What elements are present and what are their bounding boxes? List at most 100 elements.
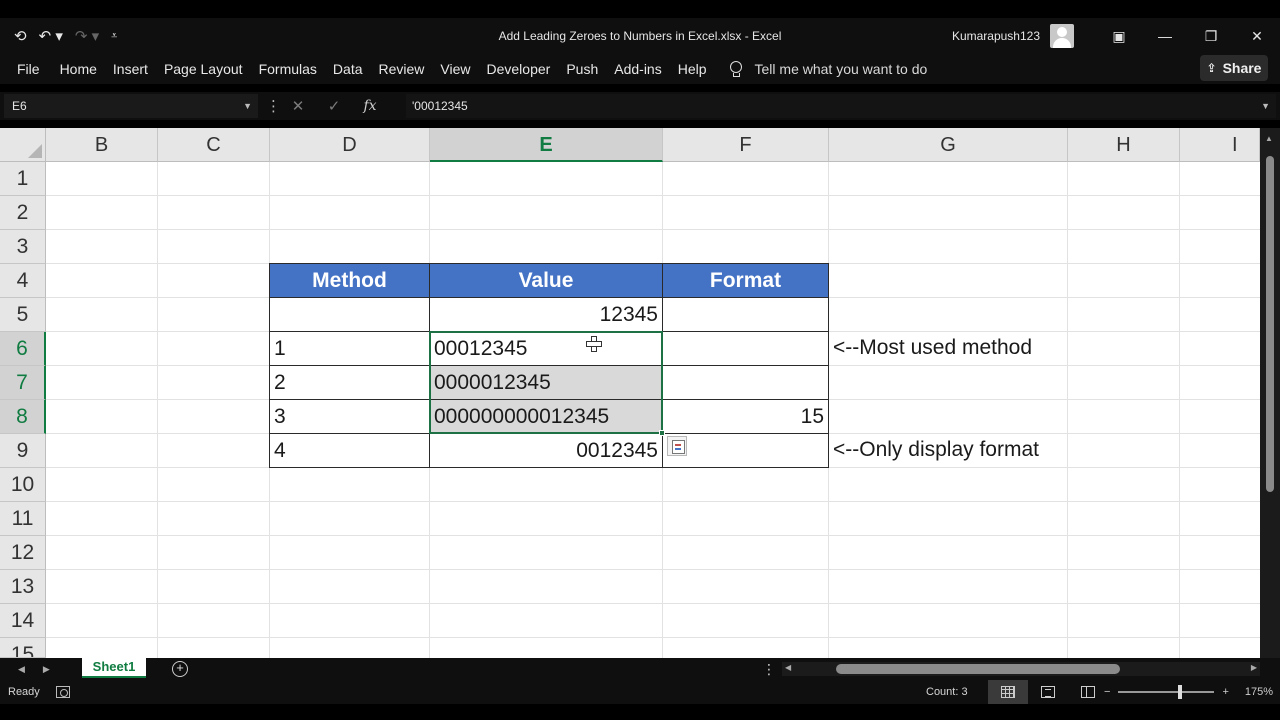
worksheet-grid[interactable]: B C D E F G H I 1 2 3 4 5 6 7 8 9 10 11 … <box>0 128 1280 658</box>
menu-add-ins[interactable]: Add-ins <box>606 61 669 77</box>
row-header-1[interactable]: 1 <box>0 162 46 196</box>
column-header-h[interactable]: H <box>1068 128 1180 162</box>
column-header-b[interactable]: B <box>46 128 158 162</box>
quick-analysis-icon[interactable] <box>667 436 687 456</box>
cell-f6[interactable] <box>662 331 829 366</box>
column-header-i[interactable]: I <box>1180 128 1260 162</box>
cell-d7[interactable]: 2 <box>269 365 430 400</box>
row-header-14[interactable]: 14 <box>0 604 46 638</box>
status-count[interactable]: Count: 3 <box>926 680 968 704</box>
normal-view-button[interactable] <box>988 680 1028 704</box>
tell-me-search[interactable]: Tell me what you want to do <box>729 60 927 78</box>
zoom-level[interactable]: 175% <box>1245 686 1273 698</box>
column-header-d[interactable]: D <box>270 128 430 162</box>
more-options-icon[interactable]: ⋮ <box>266 97 281 115</box>
insert-function-icon[interactable]: fx <box>352 98 388 114</box>
cancel-entry-icon[interactable]: ✕ <box>280 97 316 115</box>
undo-icon[interactable]: ↶ ▾ <box>39 27 63 45</box>
row-header-8[interactable]: 8 <box>0 400 46 434</box>
column-header-c[interactable]: C <box>158 128 270 162</box>
customize-toolbar-icon[interactable]: ⩡ <box>111 30 117 43</box>
cell-e4[interactable]: Value <box>429 263 663 298</box>
select-all-button[interactable] <box>0 128 46 162</box>
autosave-icon[interactable]: ⟲ <box>14 27 27 45</box>
menu-data[interactable]: Data <box>325 61 371 77</box>
cell-f5[interactable] <box>662 297 829 332</box>
confirm-entry-icon[interactable]: ✓ <box>316 97 352 115</box>
row-header-4[interactable]: 4 <box>0 264 46 298</box>
scroll-sheets-left-icon[interactable]: ◀ <box>18 664 25 675</box>
row-header-2[interactable]: 2 <box>0 196 46 230</box>
column-header-e[interactable]: E <box>430 128 663 162</box>
scroll-sheets-right-icon[interactable]: ▶ <box>43 664 50 675</box>
sheet-tab-sheet1[interactable]: Sheet1 <box>82 658 146 678</box>
vertical-scrollbar[interactable]: ▲ <box>1260 128 1280 658</box>
menu-developer[interactable]: Developer <box>479 61 559 77</box>
zoom-out-icon[interactable]: − <box>1104 686 1110 698</box>
share-button[interactable]: ⇪ Share <box>1200 55 1268 81</box>
chevron-down-icon[interactable]: ▼ <box>243 94 252 118</box>
menu-page-layout[interactable]: Page Layout <box>156 61 251 77</box>
cell-e6[interactable]: 00012345 <box>429 331 663 366</box>
user-name[interactable]: Kumarapush123 <box>952 29 1040 43</box>
row-header-6[interactable]: 6 <box>0 332 46 366</box>
page-layout-view-button[interactable] <box>1028 680 1068 704</box>
cell-e7[interactable]: 0000012345 <box>429 365 663 400</box>
minimize-button[interactable]: — <box>1142 18 1188 54</box>
menu-file[interactable]: File <box>0 61 52 77</box>
cell-f9[interactable] <box>662 433 829 468</box>
add-sheet-icon[interactable]: + <box>172 661 188 677</box>
scroll-thumb[interactable] <box>1266 156 1274 492</box>
cell-e5[interactable]: 12345 <box>429 297 663 332</box>
cell-d9[interactable]: 4 <box>269 433 430 468</box>
macro-record-icon[interactable] <box>56 686 70 698</box>
cell-d6[interactable]: 1 <box>269 331 430 366</box>
menu-home[interactable]: Home <box>52 61 105 77</box>
cell-d4[interactable]: Method <box>269 263 430 298</box>
menu-insert[interactable]: Insert <box>105 61 156 77</box>
menu-view[interactable]: View <box>432 61 478 77</box>
row-header-5[interactable]: 5 <box>0 298 46 332</box>
menu-push[interactable]: Push <box>558 61 606 77</box>
row-header-7[interactable]: 7 <box>0 366 46 400</box>
row-header-13[interactable]: 13 <box>0 570 46 604</box>
cell-f4[interactable]: Format <box>662 263 829 298</box>
cell-d5[interactable] <box>269 297 430 332</box>
row-header-15[interactable]: 15 <box>0 638 46 658</box>
page-break-view-button[interactable] <box>1068 680 1108 704</box>
scroll-left-icon[interactable]: ◀ <box>785 663 791 672</box>
cell-f7[interactable] <box>662 365 829 400</box>
cell-e8[interactable]: 000000000012345 <box>429 399 663 434</box>
column-header-f[interactable]: F <box>663 128 829 162</box>
scroll-right-icon[interactable]: ▶ <box>1251 663 1257 672</box>
avatar[interactable] <box>1050 24 1074 48</box>
menu-help[interactable]: Help <box>670 61 715 77</box>
scroll-up-icon[interactable]: ▲ <box>1265 134 1273 143</box>
cell-g6[interactable]: <--Most used method <box>829 331 1068 365</box>
name-box[interactable]: E6 ▼ <box>4 94 258 118</box>
close-button[interactable]: ✕ <box>1234 18 1280 54</box>
zoom-slider[interactable] <box>1118 685 1215 699</box>
row-header-3[interactable]: 3 <box>0 230 46 264</box>
row-header-9[interactable]: 9 <box>0 434 46 468</box>
expand-formula-bar-icon[interactable]: ▼ <box>1261 94 1270 118</box>
redo-icon[interactable]: ↷ ▾ <box>75 27 99 45</box>
zoom-slider-knob[interactable] <box>1178 685 1183 699</box>
fill-handle[interactable] <box>659 430 665 436</box>
menu-formulas[interactable]: Formulas <box>251 61 325 77</box>
cell-g9[interactable]: <--Only display format <box>829 433 1068 467</box>
horizontal-scrollbar[interactable]: ◀ ▶ <box>782 662 1260 676</box>
tab-split-handle[interactable]: ⋮ <box>762 658 776 680</box>
formula-input[interactable]: '00012345 ▼ <box>406 94 1276 118</box>
zoom-in-icon[interactable]: + <box>1222 686 1228 698</box>
row-header-10[interactable]: 10 <box>0 468 46 502</box>
row-header-11[interactable]: 11 <box>0 502 46 536</box>
cell-e9[interactable]: 0012345 <box>429 433 663 468</box>
menu-review[interactable]: Review <box>371 61 433 77</box>
ribbon-display-icon[interactable]: ▣ <box>1096 18 1142 54</box>
column-header-g[interactable]: G <box>829 128 1068 162</box>
cell-f8[interactable]: 15 <box>662 399 829 434</box>
scroll-thumb[interactable] <box>836 664 1120 674</box>
restore-button[interactable]: ❐ <box>1188 18 1234 54</box>
cell-d8[interactable]: 3 <box>269 399 430 434</box>
